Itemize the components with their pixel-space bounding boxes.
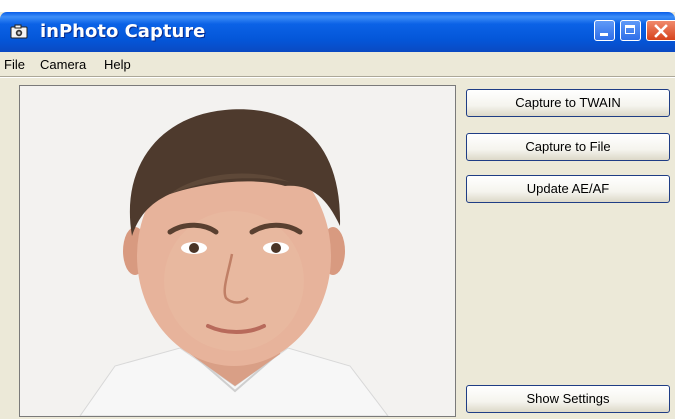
menu-file[interactable]: File bbox=[4, 57, 25, 72]
menu-separator bbox=[0, 76, 675, 78]
maximize-button[interactable] bbox=[620, 20, 641, 41]
app-window: inPhoto Capture File Camera Help Capture… bbox=[0, 12, 675, 419]
menu-bar: File Camera Help bbox=[0, 52, 675, 76]
minimize-icon bbox=[600, 33, 608, 36]
title-bar[interactable]: inPhoto Capture bbox=[0, 12, 675, 52]
maximize-icon bbox=[625, 25, 635, 34]
capture-to-file-button[interactable]: Capture to File bbox=[466, 133, 670, 161]
update-ae-af-button[interactable]: Update AE/AF bbox=[466, 175, 670, 203]
window-title: inPhoto Capture bbox=[40, 21, 206, 42]
person-photo bbox=[20, 86, 455, 416]
capture-to-twain-button[interactable]: Capture to TWAIN bbox=[466, 89, 670, 117]
menu-camera[interactable]: Camera bbox=[40, 57, 86, 72]
camera-icon bbox=[10, 24, 28, 39]
minimize-button[interactable] bbox=[594, 20, 615, 41]
camera-preview bbox=[19, 85, 456, 417]
menu-help[interactable]: Help bbox=[104, 57, 131, 72]
show-settings-button[interactable]: Show Settings bbox=[466, 385, 670, 413]
close-icon bbox=[654, 24, 668, 38]
close-button[interactable] bbox=[646, 20, 675, 41]
